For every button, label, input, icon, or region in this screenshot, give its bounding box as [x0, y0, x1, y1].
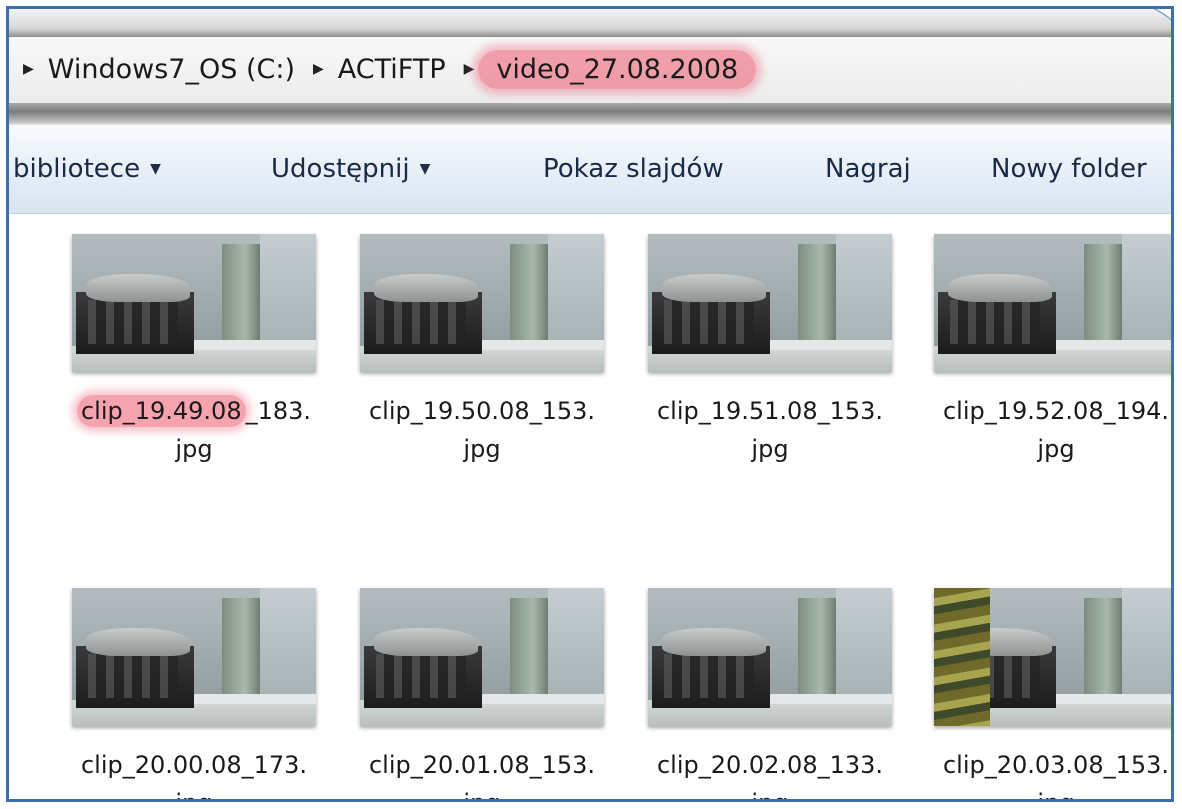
chevron-down-icon: ▼: [419, 161, 431, 177]
new-folder-label: Nowy folder: [991, 154, 1147, 184]
file-name: clip_20.01.08_153.jpg: [368, 751, 596, 799]
slideshow-label: Pokaz slajdów: [543, 154, 724, 184]
breadcrumb-item-current-folder[interactable]: video_27.08.2008: [478, 49, 757, 89]
file-thumbnail: [360, 588, 604, 726]
file-item[interactable]: clip_19.51.08_153. jpg: [635, 234, 905, 468]
file-name: clip_20.00.08_173.jpg: [80, 751, 308, 799]
title-strip: [9, 9, 1171, 37]
file-thumbnail: [72, 588, 316, 726]
address-bar[interactable]: ▶ Windows7_OS (C:) ▶ ACTiFTP ▶ video_27.…: [9, 37, 1171, 104]
burn-button[interactable]: Nagraj: [825, 154, 911, 184]
file-item[interactable]: clip_19.52.08_194. jpg: [921, 234, 1171, 468]
highlighted-timestamp: clip_19.49.08: [76, 395, 246, 427]
file-item[interactable]: clip_20.02.08_133.jpg: [635, 588, 905, 799]
file-name: clip_19.49.08 _183. jpg: [59, 392, 329, 468]
breadcrumb-arrow-icon[interactable]: ▶: [23, 61, 34, 77]
breadcrumb: ▶ Windows7_OS (C:) ▶ ACTiFTP ▶ video_27.…: [17, 49, 757, 89]
file-name: clip_20.02.08_133.jpg: [656, 751, 884, 799]
share-button[interactable]: Udostępnij ▼: [271, 154, 430, 184]
file-thumbnail: [648, 588, 892, 726]
file-item[interactable]: clip_20.00.08_173.jpg: [59, 588, 329, 799]
file-grid: clip_19.49.08 _183. jpg clip_19.50.08_153.…: [9, 214, 1171, 799]
file-item[interactable]: clip_19.50.08_153. jpg: [347, 234, 617, 468]
share-label: Udostępnij: [271, 154, 410, 184]
slideshow-button[interactable]: Pokaz slajdów: [543, 154, 724, 184]
breadcrumb-arrow-icon[interactable]: ▶: [313, 61, 324, 77]
file-thumbnail: [72, 234, 316, 372]
include-in-library-button[interactable]: bibliotece ▼: [13, 154, 161, 184]
file-thumbnail: [648, 234, 892, 372]
breadcrumb-item-drive[interactable]: Windows7_OS (C:): [48, 54, 295, 85]
burn-label: Nagraj: [825, 154, 911, 184]
file-item[interactable]: clip_20.01.08_153.jpg: [347, 588, 617, 799]
file-thumbnail: [360, 234, 604, 372]
explorer-window: ▶ Windows7_OS (C:) ▶ ACTiFTP ▶ video_27.…: [6, 6, 1174, 802]
file-name: clip_19.51.08_153. jpg: [656, 397, 884, 463]
file-thumbnail: [934, 234, 1171, 372]
file-name: clip_20.03.08_153.jpg: [942, 751, 1170, 799]
file-item[interactable]: clip_20.03.08_153.jpg: [921, 588, 1171, 799]
page-curl-icon: [1153, 9, 1171, 21]
command-bar: bibliotece ▼ Udostępnij ▼ Pokaz slajdów …: [9, 125, 1171, 214]
file-item[interactable]: clip_19.49.08 _183. jpg: [59, 234, 329, 468]
chevron-down-icon: ▼: [150, 161, 161, 177]
file-name: clip_19.52.08_194. jpg: [942, 397, 1170, 463]
new-folder-button[interactable]: Nowy folder: [991, 154, 1147, 184]
breadcrumb-item-actiftp[interactable]: ACTiFTP: [338, 54, 446, 85]
breadcrumb-arrow-icon[interactable]: ▶: [464, 61, 475, 77]
separator-bar: [9, 103, 1171, 125]
include-in-library-label: bibliotece: [13, 154, 141, 184]
file-name: clip_19.50.08_153. jpg: [368, 397, 596, 463]
file-thumbnail: [934, 588, 1171, 726]
